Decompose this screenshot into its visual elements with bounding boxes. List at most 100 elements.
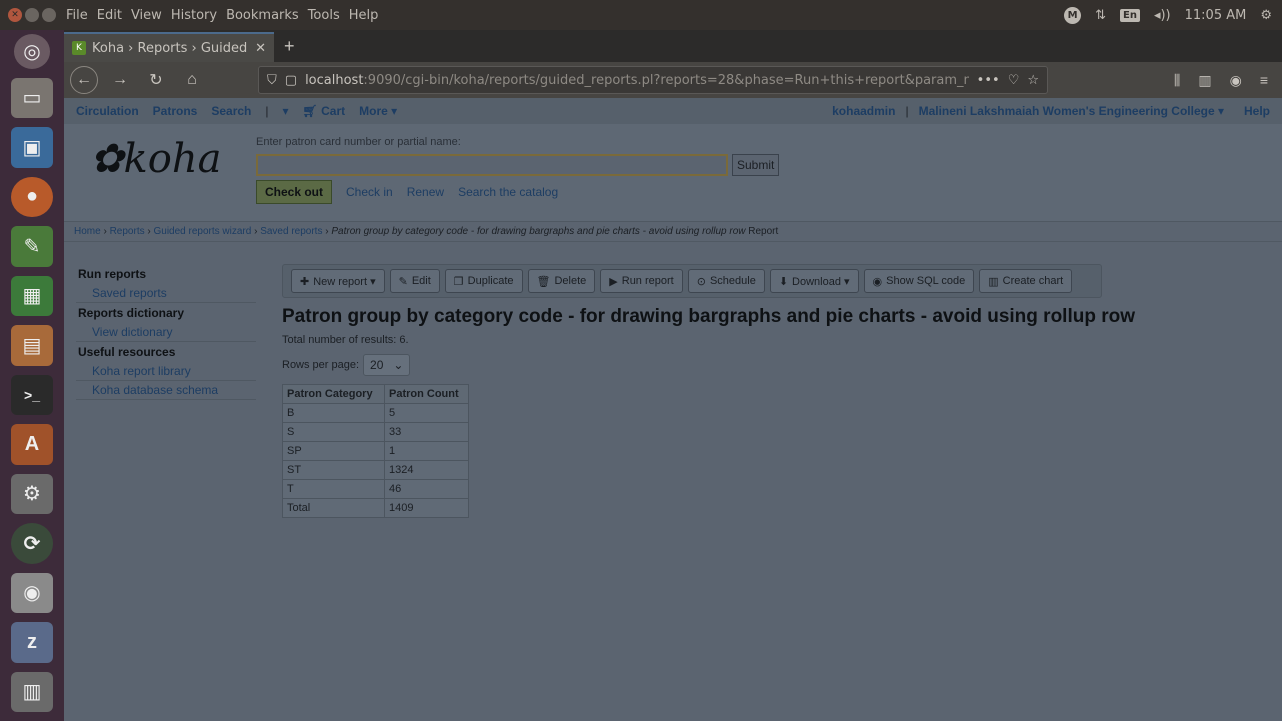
breadcrumb-suffix: Report bbox=[748, 226, 779, 237]
sidebar-icon[interactable]: ▥ bbox=[1198, 72, 1211, 89]
bookmark-star-icon[interactable]: ☆ bbox=[1027, 73, 1039, 88]
breadcrumb-guided-reports[interactable]: Guided reports wizard bbox=[153, 226, 251, 237]
patron-search-input[interactable] bbox=[256, 154, 728, 176]
software-updater-icon[interactable]: ⟳ bbox=[11, 523, 53, 564]
url-bar[interactable]: ⛉ ▢ localhost:9090/cgi-bin/koha/reports/… bbox=[258, 66, 1048, 94]
url-text[interactable]: localhost:9090/cgi-bin/koha/reports/guid… bbox=[305, 73, 969, 88]
clock[interactable]: 11:05 AM bbox=[1185, 8, 1247, 23]
m-indicator-icon[interactable]: M bbox=[1064, 6, 1082, 24]
tab-check-in[interactable]: Check in bbox=[346, 185, 393, 199]
breadcrumb-reports[interactable]: Reports bbox=[110, 226, 145, 237]
volume-icon[interactable]: ◂)) bbox=[1154, 8, 1171, 23]
nav-more[interactable]: More ▾ bbox=[359, 104, 397, 118]
menu-view[interactable]: View bbox=[131, 8, 162, 23]
menu-edit[interactable]: Edit bbox=[97, 8, 122, 23]
table-row-total: Total 1409 bbox=[282, 498, 469, 518]
cell-count: 1409 bbox=[384, 498, 469, 518]
nav-patrons[interactable]: Patrons bbox=[153, 104, 198, 118]
tab-check-out[interactable]: Check out bbox=[256, 180, 333, 204]
network-arrows-icon[interactable]: ⇅ bbox=[1095, 8, 1106, 23]
tab-title: Koha › Reports › Guided bbox=[92, 40, 248, 56]
schedule-button[interactable]: ⊙ Schedule bbox=[687, 269, 765, 293]
nav-search[interactable]: Search bbox=[211, 104, 251, 118]
new-report-button[interactable]: ✚ New report ▾ bbox=[291, 269, 385, 293]
column-header-patron-count[interactable]: Patron Count bbox=[384, 384, 469, 404]
back-arrow-icon[interactable]: ← bbox=[70, 66, 98, 94]
ubuntu-dash-icon[interactable]: ◎ bbox=[14, 34, 50, 69]
nav-divider: | bbox=[905, 104, 909, 118]
plus-icon: ✚ bbox=[300, 275, 310, 288]
column-header-patron-category[interactable]: Patron Category bbox=[282, 384, 385, 404]
create-chart-button[interactable]: ▥ Create chart bbox=[979, 269, 1073, 293]
home-icon[interactable]: ⌂ bbox=[178, 66, 206, 94]
tab-search-catalog[interactable]: Search the catalog bbox=[458, 185, 558, 199]
keyboard-language-indicator[interactable]: En bbox=[1120, 8, 1140, 22]
maximize-window-icon[interactable] bbox=[42, 8, 56, 22]
duplicate-button[interactable]: ❐ Duplicate bbox=[444, 269, 523, 293]
library-icon[interactable]: ⫼ bbox=[1174, 72, 1180, 89]
nav-cart[interactable]: 🛒︎ Cart bbox=[303, 104, 346, 118]
forward-arrow-icon[interactable]: → bbox=[106, 66, 134, 94]
nav-help[interactable]: Help bbox=[1244, 104, 1270, 118]
nav-search-dropdown[interactable]: ▾ bbox=[283, 104, 289, 118]
pocket-icon[interactable]: ♡ bbox=[1008, 73, 1020, 88]
close-window-icon[interactable]: ✕ bbox=[8, 8, 22, 22]
breadcrumb-home[interactable]: Home bbox=[74, 226, 101, 237]
koha-logo[interactable]: ✿koha bbox=[90, 136, 221, 182]
delete-button[interactable]: 🗑︎ Delete bbox=[527, 269, 596, 293]
total-results: Total number of results: 6. bbox=[282, 334, 409, 346]
sidebar-item-view-dictionary[interactable]: View dictionary bbox=[76, 323, 256, 342]
sleep-icon[interactable]: z bbox=[11, 622, 53, 663]
clock-icon: ⊙ bbox=[696, 275, 706, 288]
menu-tools[interactable]: Tools bbox=[308, 8, 340, 23]
tab-koha-reports[interactable]: K Koha › Reports › Guided ✕ bbox=[64, 32, 274, 62]
breadcrumb-saved-reports[interactable]: Saved reports bbox=[260, 226, 322, 237]
nav-circulation[interactable]: Circulation bbox=[76, 104, 139, 118]
menu-help[interactable]: Help bbox=[349, 8, 379, 23]
files-icon[interactable]: ▭ bbox=[11, 77, 53, 119]
image-viewer-icon[interactable]: ▣ bbox=[11, 127, 53, 168]
trash-icon[interactable]: ▥ bbox=[11, 671, 53, 712]
menu-history[interactable]: History bbox=[171, 8, 217, 23]
sidebar-item-saved-reports[interactable]: Saved reports bbox=[76, 284, 256, 303]
page-actions-icon[interactable]: ••• bbox=[977, 73, 1000, 88]
spreadsheet-icon[interactable]: ▦ bbox=[11, 275, 53, 317]
download-icon: ⬇ bbox=[778, 275, 789, 288]
logged-in-user[interactable]: kohaadmin bbox=[832, 104, 895, 118]
software-center-icon[interactable]: A bbox=[11, 424, 53, 465]
table-row: T 46 bbox=[282, 479, 469, 499]
system-tools-icon[interactable]: ⚙ bbox=[11, 473, 53, 515]
minimize-window-icon[interactable] bbox=[25, 8, 39, 22]
presentation-icon[interactable]: ▤ bbox=[11, 325, 53, 366]
reload-icon[interactable]: ↻ bbox=[142, 66, 170, 94]
rows-per-page-label: Rows per page: bbox=[282, 359, 360, 371]
hamburger-menu-icon[interactable]: ≡ bbox=[1260, 72, 1268, 89]
sidebar-item-report-library[interactable]: Koha report library bbox=[76, 362, 256, 381]
account-icon[interactable]: ◉ bbox=[1230, 72, 1242, 89]
page-info-icon[interactable]: ▢ bbox=[285, 73, 297, 88]
menu-file[interactable]: File bbox=[66, 8, 88, 23]
system-settings-icon[interactable]: ⚙ bbox=[1260, 8, 1272, 23]
menu-bookmarks[interactable]: Bookmarks bbox=[226, 8, 299, 23]
text-editor-icon[interactable]: ✎ bbox=[11, 226, 53, 267]
sidebar-item-database-schema[interactable]: Koha database schema bbox=[76, 381, 256, 400]
firefox-icon[interactable]: ● bbox=[11, 176, 53, 218]
run-report-button[interactable]: ▶ Run report bbox=[600, 269, 683, 293]
tracking-shield-icon[interactable]: ⛉ bbox=[267, 73, 277, 88]
close-tab-icon[interactable]: ✕ bbox=[255, 41, 266, 56]
rows-per-page-select[interactable]: 20 ⌄ bbox=[363, 354, 411, 376]
firefox-window: K Koha › Reports › Guided ✕ + ← → ↻ ⌂ ⛉ … bbox=[64, 30, 1282, 721]
show-sql-button[interactable]: ◉ Show SQL code bbox=[863, 269, 975, 293]
launcher-dock: ◎ ▭ ▣ ● ✎ ▦ ▤ >_ A ⚙ ⟳ ◉ z ▥ bbox=[0, 30, 64, 721]
tab-renew[interactable]: Renew bbox=[407, 185, 444, 199]
download-button[interactable]: ⬇ Download ▾ bbox=[769, 269, 859, 293]
library-selector[interactable]: Malineni Lakshmaiah Women's Engineering … bbox=[919, 104, 1224, 118]
camera-icon[interactable]: ◉ bbox=[11, 572, 53, 614]
terminal-icon[interactable]: >_ bbox=[11, 374, 53, 416]
edit-button[interactable]: ✎ Edit bbox=[389, 269, 440, 293]
cell-category: S bbox=[282, 422, 385, 442]
new-tab-button[interactable]: + bbox=[274, 36, 305, 62]
bar-chart-icon: ▥ bbox=[988, 275, 999, 288]
submit-button[interactable]: Submit bbox=[732, 154, 780, 176]
cell-category: Total bbox=[282, 498, 385, 518]
